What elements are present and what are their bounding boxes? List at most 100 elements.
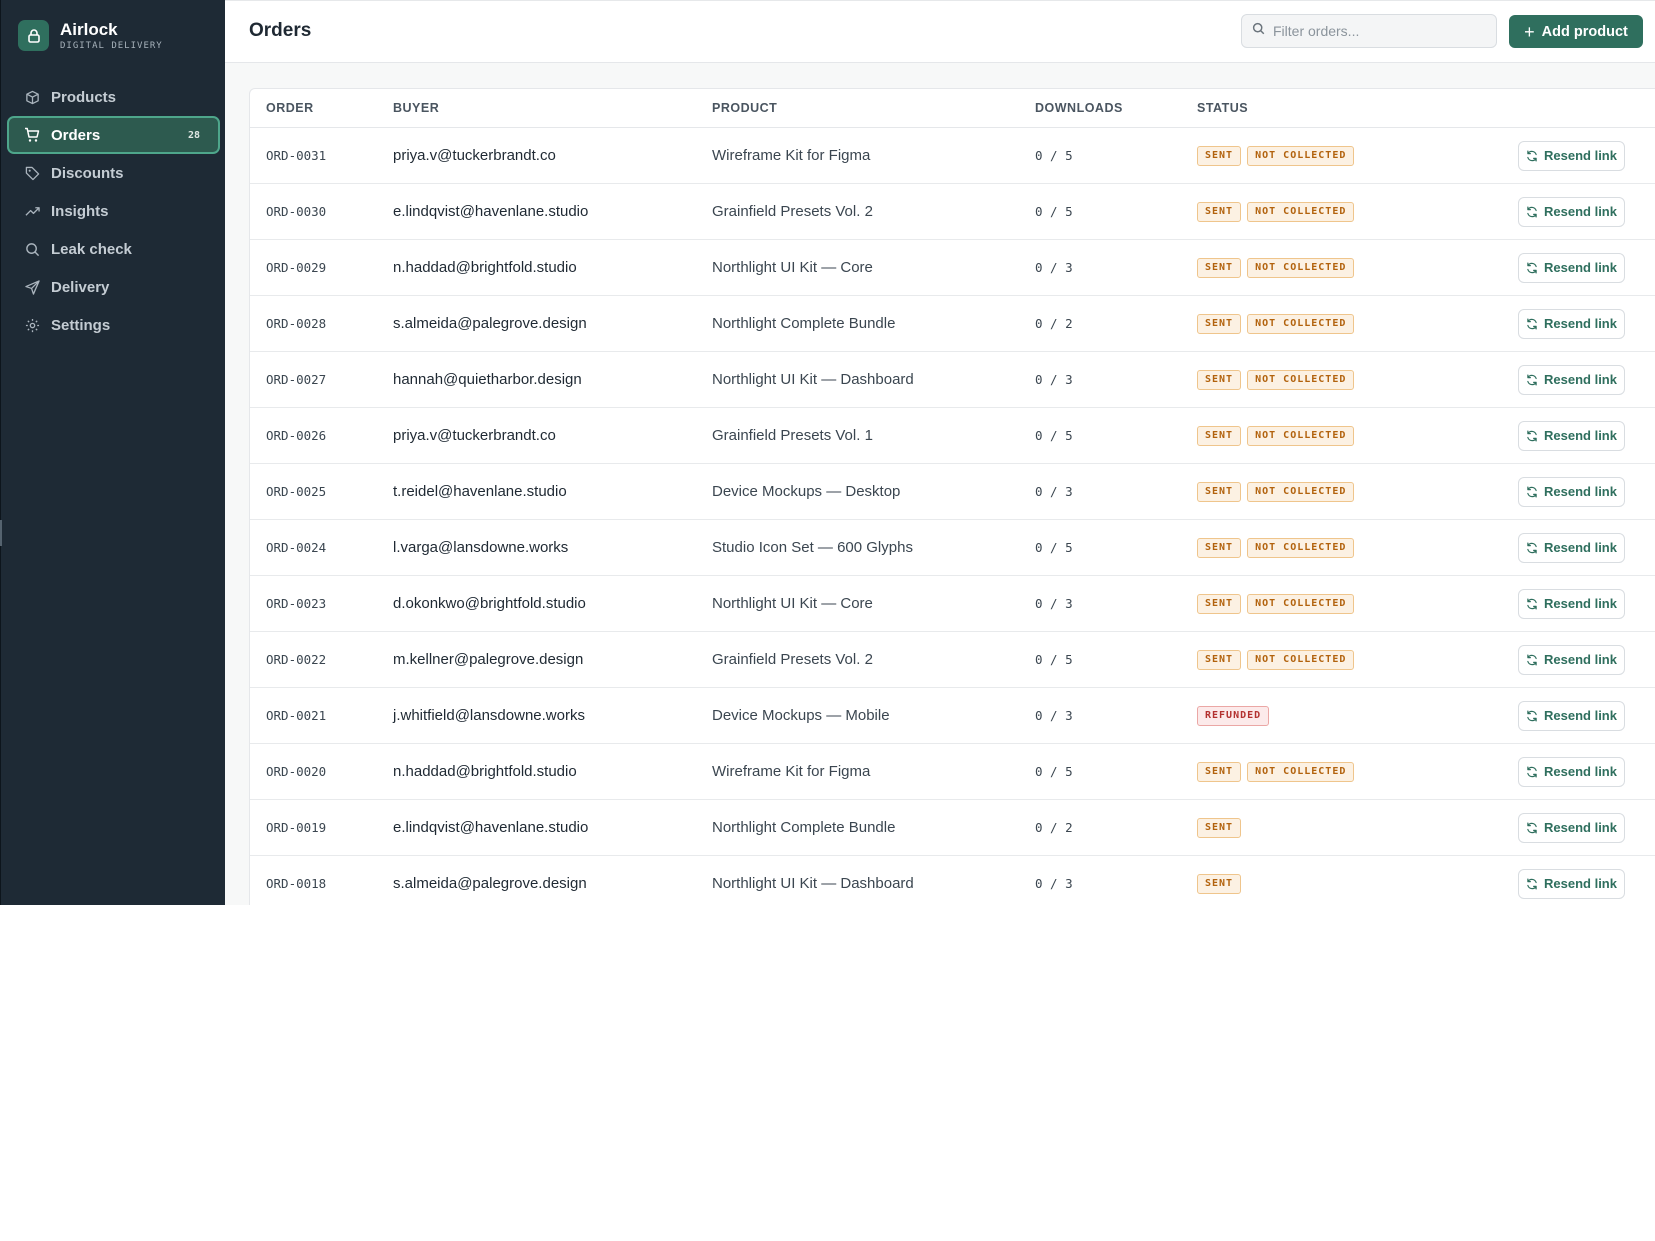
order-id: ORD-0019 (266, 820, 327, 835)
action-cell: Resend link (1518, 464, 1625, 519)
buyer-email: t.reidel@havenlane.studio (393, 483, 567, 500)
resend-link-button[interactable]: Resend link (1518, 420, 1625, 451)
download-count: 0 / 5 (1035, 764, 1073, 779)
add-product-label: Add product (1541, 23, 1628, 40)
order-id: ORD-0023 (266, 596, 327, 611)
plus-icon: + (1524, 21, 1535, 42)
sidebar-item-orders[interactable]: Orders 28 (7, 116, 220, 154)
resend-link-label: Resend link (1544, 764, 1617, 779)
product-name: Northlight UI Kit — Core (712, 595, 873, 612)
resend-link-button[interactable]: Resend link (1518, 588, 1625, 619)
resend-link-button[interactable]: Resend link (1518, 252, 1625, 283)
buyer-email: j.whitfield@lansdowne.works (393, 707, 585, 724)
action-cell: Resend link (1518, 520, 1625, 575)
refresh-icon (1526, 822, 1538, 834)
order-id: ORD-0028 (266, 316, 327, 331)
status-cell: SENT (1197, 856, 1247, 905)
lock-icon (18, 20, 49, 51)
status-badge-refunded: REFUNDED (1197, 705, 1270, 726)
box-icon (24, 89, 40, 105)
product-name: Wireframe Kit for Figma (712, 147, 871, 164)
cart-icon (24, 127, 40, 143)
topbar: Orders + Add product (225, 1, 1655, 63)
refresh-icon (1526, 878, 1538, 890)
sidebar-item-settings[interactable]: Settings (7, 306, 220, 344)
product-name: Grainfield Presets Vol. 1 (712, 427, 873, 444)
column-header-order: ORDER (266, 101, 314, 115)
table-row: ORD-0026 priya.v@tuckerbrandt.co Grainfiel… (250, 408, 1655, 464)
download-count: 0 / 2 (1035, 316, 1073, 331)
product-name: Wireframe Kit for Figma (712, 763, 871, 780)
order-id: ORD-0021 (266, 708, 327, 723)
sidebar-item-label: Insights (51, 202, 109, 220)
buyer-email: s.almeida@palegrove.design (393, 875, 587, 892)
order-id: ORD-0027 (266, 372, 327, 387)
add-product-button[interactable]: + Add product (1509, 15, 1643, 48)
sidebar: Airlock DIGITAL DELIVERY Products Orders… (0, 0, 225, 905)
buyer-email: d.okonkwo@brightfold.studio (393, 595, 586, 612)
refresh-icon (1526, 542, 1538, 554)
search-box (1241, 14, 1497, 48)
order-id: ORD-0031 (266, 148, 327, 163)
resend-link-button[interactable]: Resend link (1518, 196, 1625, 227)
resend-link-button[interactable]: Resend link (1518, 476, 1625, 507)
resend-link-label: Resend link (1544, 148, 1617, 163)
status-badge-sent: SENT (1197, 873, 1242, 894)
status-badge-sent: SENT (1197, 593, 1242, 614)
product-name: Studio Icon Set — 600 Glyphs (712, 539, 913, 556)
brand-subtitle: DIGITAL DELIVERY (60, 41, 163, 51)
download-count: 0 / 5 (1035, 428, 1073, 443)
product-name: Northlight UI Kit — Core (712, 259, 873, 276)
download-count: 0 / 3 (1035, 708, 1073, 723)
status-badge-not-collected: NOT COLLECTED (1247, 593, 1355, 614)
resend-link-button[interactable]: Resend link (1518, 812, 1625, 843)
resend-link-button[interactable]: Resend link (1518, 644, 1625, 675)
table-row: ORD-0028 s.almeida@palegrove.design Northl… (250, 296, 1655, 352)
product-name: Device Mockups — Mobile (712, 707, 890, 724)
resend-link-button[interactable]: Resend link (1518, 140, 1625, 171)
table-row: ORD-0031 priya.v@tuckerbrandt.co Wireframe… (250, 128, 1655, 184)
download-count: 0 / 5 (1035, 540, 1073, 555)
resend-link-label: Resend link (1544, 316, 1617, 331)
table-row: ORD-0021 j.whitfield@lansdowne.works Devic… (250, 688, 1655, 744)
status-cell: SENT (1197, 800, 1247, 855)
resend-link-button[interactable]: Resend link (1518, 756, 1625, 787)
resend-link-button[interactable]: Resend link (1518, 700, 1625, 731)
action-cell: Resend link (1518, 576, 1625, 631)
action-cell: Resend link (1518, 632, 1625, 687)
buyer-email: hannah@quietharbor.design (393, 371, 582, 388)
table-row: ORD-0023 d.okonkwo@brightfold.studio North… (250, 576, 1655, 632)
resend-link-button[interactable]: Resend link (1518, 364, 1625, 395)
resend-link-label: Resend link (1544, 484, 1617, 499)
sidebar-item-label: Discounts (51, 164, 124, 182)
orders-count-badge: 28 (187, 129, 200, 141)
resend-link-button[interactable]: Resend link (1518, 868, 1625, 899)
status-badge-sent: SENT (1197, 201, 1242, 222)
refresh-icon (1526, 206, 1538, 218)
column-header-product: PRODUCT (712, 101, 778, 115)
filter-orders-input[interactable] (1273, 23, 1483, 39)
sidebar-item-leak-check[interactable]: Leak check (7, 230, 220, 268)
table-row: ORD-0027 hannah@quietharbor.design Northli… (250, 352, 1655, 408)
resend-link-button[interactable]: Resend link (1518, 532, 1625, 563)
sidebar-item-insights[interactable]: Insights (7, 192, 220, 230)
sidebar-resize-handle[interactable] (0, 520, 2, 546)
table-body: ORD-0031 priya.v@tuckerbrandt.co Wireframe… (250, 128, 1655, 905)
download-count: 0 / 5 (1035, 148, 1073, 163)
table-row: ORD-0030 e.lindqvist@havenlane.studio Grai… (250, 184, 1655, 240)
product-name: Grainfield Presets Vol. 2 (712, 651, 873, 668)
tag-icon (24, 165, 40, 181)
action-cell: Resend link (1518, 296, 1625, 351)
buyer-email: priya.v@tuckerbrandt.co (393, 147, 556, 164)
refresh-icon (1526, 318, 1538, 330)
sidebar-item-delivery[interactable]: Delivery (7, 268, 220, 306)
sidebar-item-discounts[interactable]: Discounts (7, 154, 220, 192)
status-cell: SENT NOT COLLECTED (1197, 408, 1360, 463)
refresh-icon (1526, 430, 1538, 442)
resend-link-button[interactable]: Resend link (1518, 308, 1625, 339)
sidebar-item-products[interactable]: Products (7, 78, 220, 116)
order-id: ORD-0024 (266, 540, 327, 555)
order-id: ORD-0030 (266, 204, 327, 219)
orders-table: ORDER BUYER PRODUCT DOWNLOADS STATUS ORD… (249, 88, 1655, 905)
resend-link-label: Resend link (1544, 876, 1617, 891)
